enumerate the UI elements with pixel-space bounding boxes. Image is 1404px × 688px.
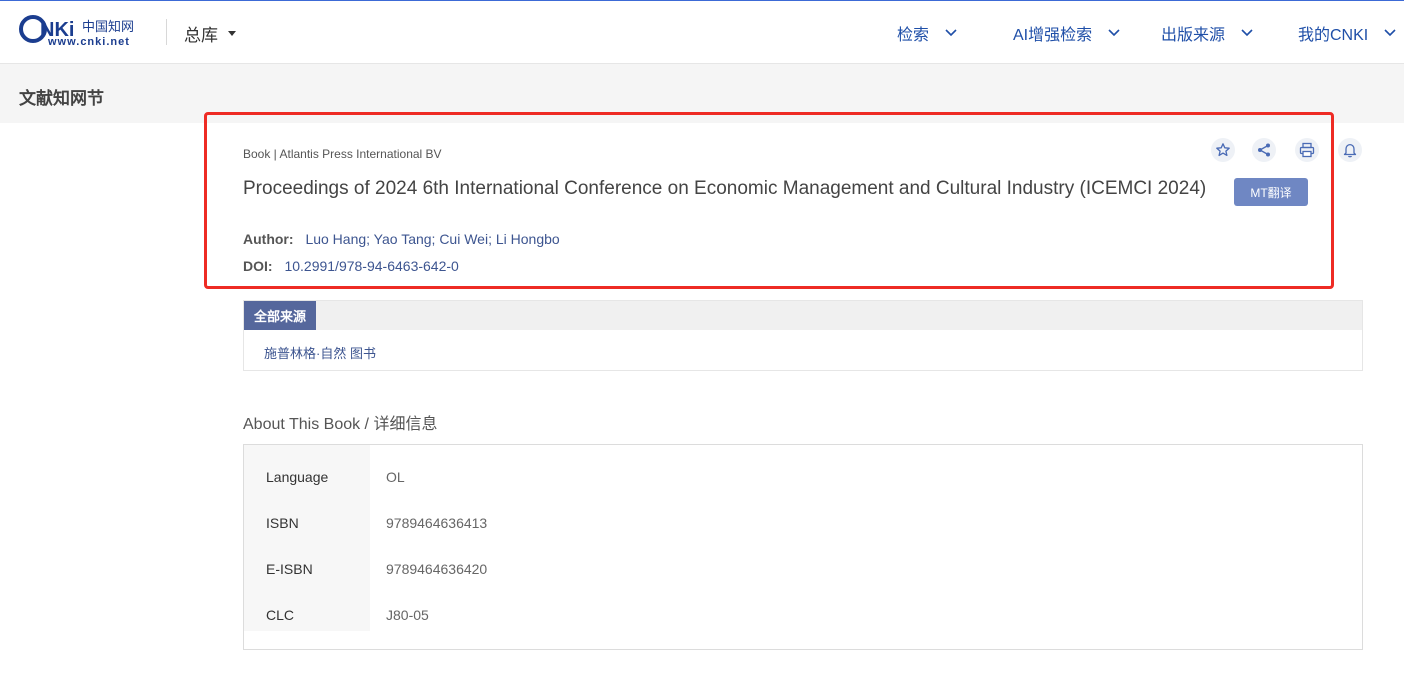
library-label: 总库: [184, 25, 218, 45]
logo-url: www.cnki.net: [47, 36, 130, 48]
caret-down-icon: [228, 30, 236, 36]
about-heading: About This Book / 详细信息: [243, 416, 438, 433]
details-table: Language OL ISBN 9789464636413 E-ISBN 97…: [243, 444, 1363, 650]
bell-icon: [1343, 143, 1357, 158]
doi-label: DOI:: [243, 258, 273, 274]
favorite-button[interactable]: [1211, 138, 1235, 162]
book-meta: Book | Atlantis Press International BV: [243, 147, 442, 161]
top-navigation-bar: NKi 中国知网 www.cnki.net 总库 检索 AI增强检索 出版来源 …: [0, 0, 1404, 64]
share-button[interactable]: [1252, 138, 1276, 162]
nav-search-label: 检索: [897, 27, 930, 44]
star-icon: [1216, 143, 1230, 157]
mt-translate-button[interactable]: MT翻译: [1234, 178, 1308, 206]
doi-row: DOI: 10.2991/978-94-6463-642-0: [243, 258, 459, 274]
nav-search[interactable]: 检索: [897, 21, 957, 45]
source-link-springer-nature[interactable]: 施普林格·自然 图书: [264, 343, 376, 362]
print-button[interactable]: [1295, 138, 1319, 162]
detail-label-language: Language: [266, 469, 329, 485]
chevron-down-icon: [945, 29, 957, 37]
nav-my-cnki[interactable]: 我的CNKI: [1298, 21, 1396, 45]
source-tabbar: 全部来源: [244, 301, 1362, 330]
svg-text:中国知网: 中国知网: [82, 19, 134, 35]
detail-value-isbn: 9789464636413: [386, 515, 488, 531]
detail-label-clc: CLC: [266, 607, 295, 623]
detail-label-eisbn: E-ISBN: [266, 561, 313, 577]
nav-my-cnki-label: 我的CNKI: [1298, 27, 1369, 44]
detail-value-eisbn: 9789464636420: [386, 561, 488, 577]
source-panel: 全部来源 施普林格·自然 图书: [243, 300, 1363, 371]
section-title: 文献知网节: [19, 89, 104, 108]
detail-value-clc: J80-05: [386, 607, 429, 623]
cnki-logo[interactable]: NKi 中国知网 www.cnki.net: [18, 15, 146, 49]
nav-ai-search[interactable]: AI增强检索: [1013, 21, 1120, 45]
chevron-down-icon: [1241, 29, 1253, 37]
header-divider: [166, 19, 167, 45]
print-icon: [1299, 142, 1315, 158]
author-links[interactable]: Luo Hang; Yao Tang; Cui Wei; Li Hongbo: [305, 231, 559, 247]
nav-publication-sources-label: 出版来源: [1161, 27, 1226, 44]
doi-link[interactable]: 10.2991/978-94-6463-642-0: [284, 258, 458, 274]
tab-all-sources[interactable]: 全部来源: [244, 301, 317, 330]
detail-value-language: OL: [386, 469, 405, 485]
chevron-down-icon: [1108, 29, 1120, 37]
share-icon: [1258, 143, 1270, 157]
chevron-down-icon: [1384, 29, 1396, 37]
nav-publication-sources[interactable]: 出版来源: [1161, 21, 1253, 45]
library-switcher[interactable]: 总库: [184, 21, 236, 45]
author-label: Author:: [243, 231, 294, 247]
nav-ai-search-label: AI增强检索: [1013, 27, 1093, 44]
section-bar: 文献知网节: [0, 64, 1404, 123]
author-row: Author: Luo Hang; Yao Tang; Cui Wei; Li …: [243, 231, 560, 247]
book-title: Proceedings of 2024 6th International Co…: [243, 178, 1207, 199]
subscribe-button[interactable]: [1338, 138, 1362, 162]
detail-label-isbn: ISBN: [266, 515, 299, 531]
